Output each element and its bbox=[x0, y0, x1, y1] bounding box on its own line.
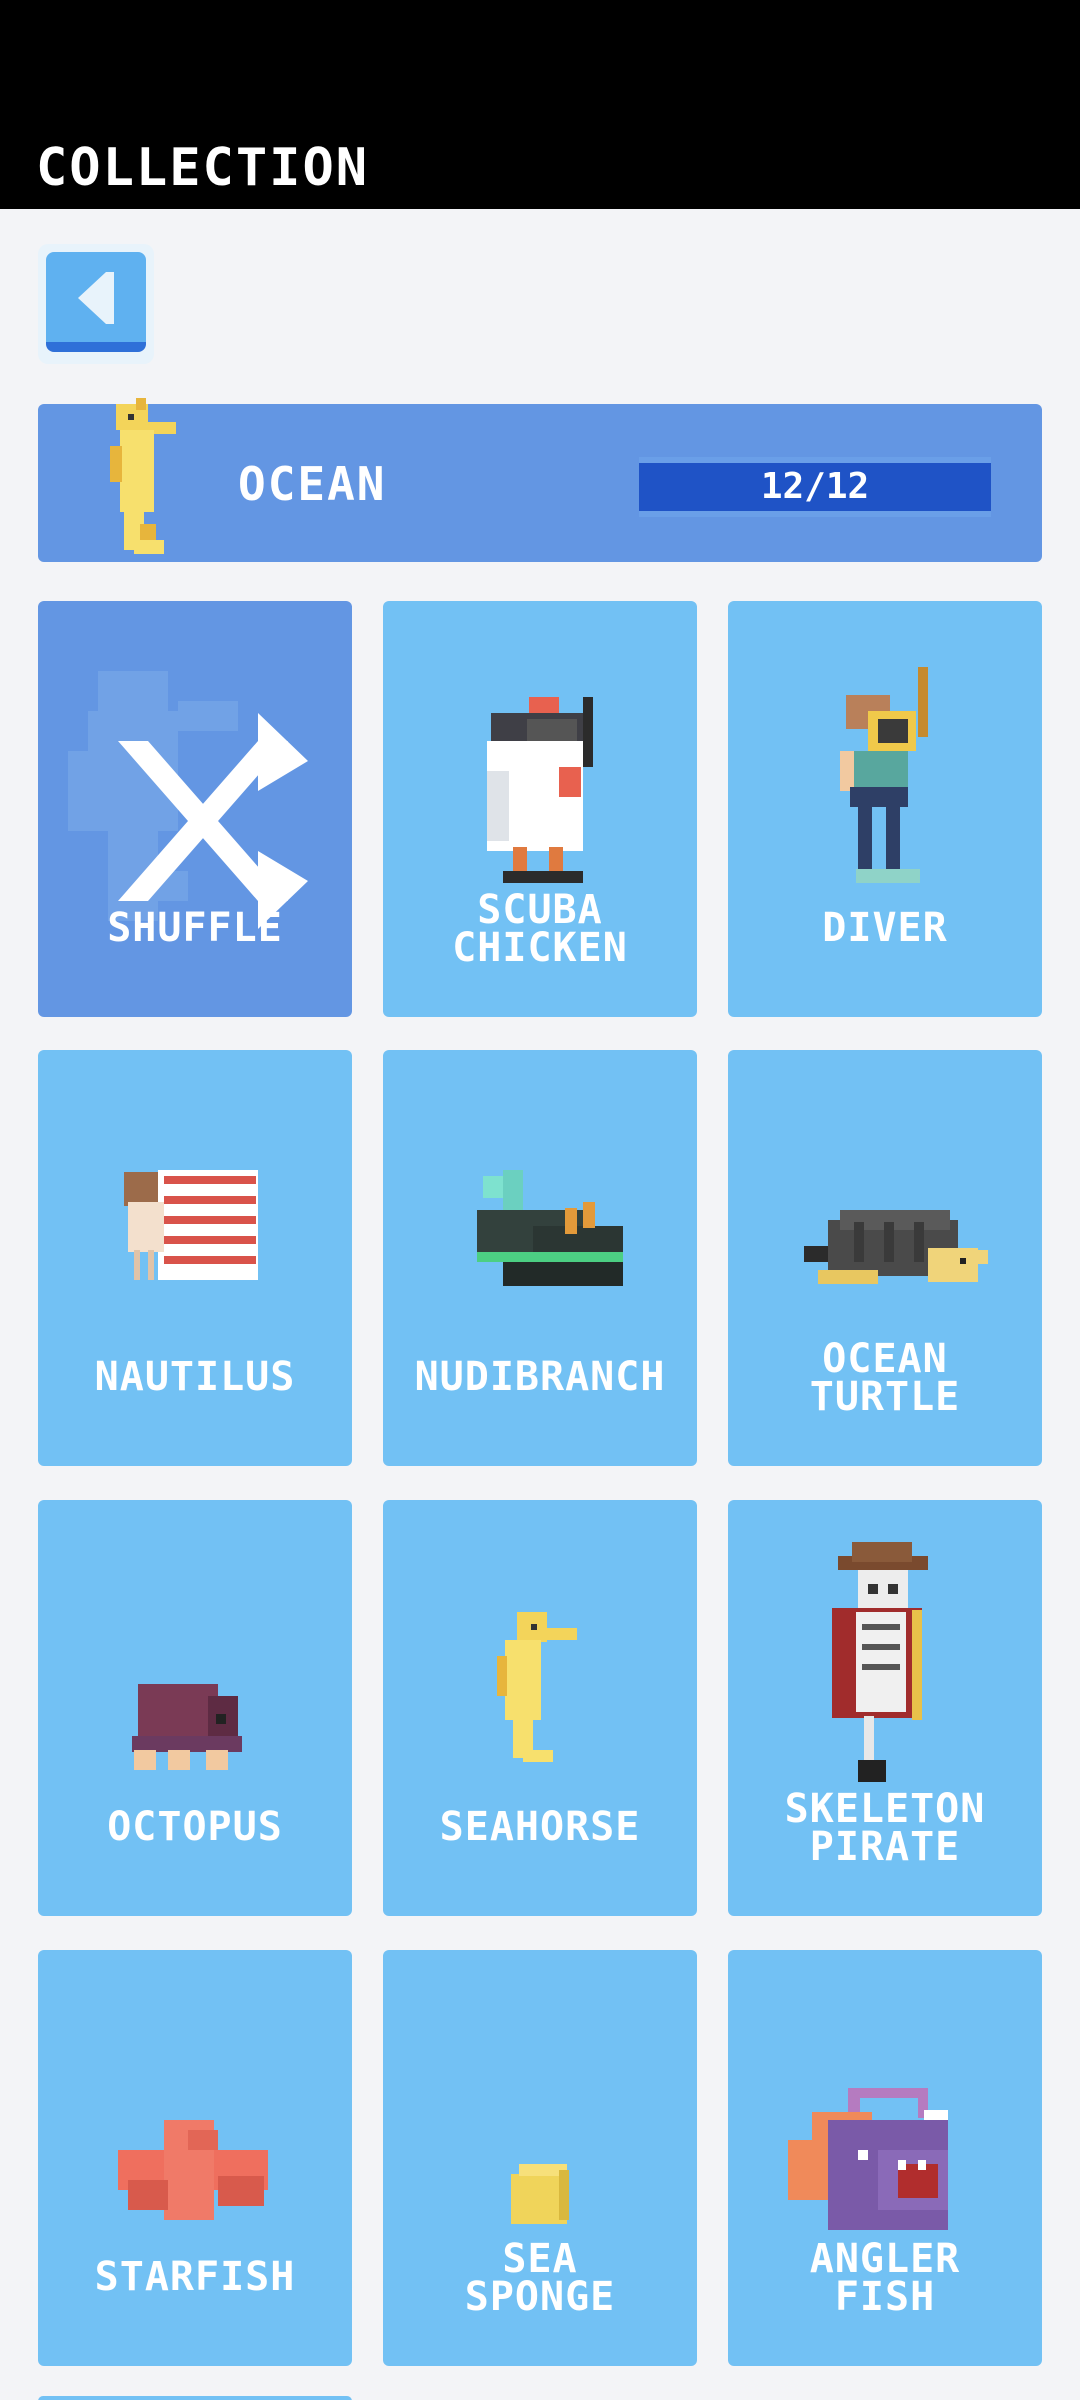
tile-shuffle[interactable]: SHUFFLE bbox=[38, 601, 352, 1017]
category-header: OCEAN 12/12 bbox=[38, 398, 1042, 562]
tile-scuba-chicken[interactable]: SCUBA CHICKEN bbox=[383, 601, 697, 1017]
starfish-icon bbox=[118, 2120, 268, 2220]
tile-skeleton-pirate[interactable]: SKELETON PIRATE bbox=[728, 1500, 1042, 1916]
top-bar: COLLECTION bbox=[0, 0, 1080, 209]
diver-icon bbox=[840, 667, 928, 883]
tile-label: SCUBA CHICKEN bbox=[452, 887, 628, 971]
nautilus-icon bbox=[124, 1170, 258, 1280]
tile-nudibranch[interactable]: NUDIBRANCH bbox=[383, 1050, 697, 1466]
page-title: COLLECTION bbox=[36, 138, 370, 198]
tile-starfish[interactable]: STARFISH bbox=[38, 1950, 352, 2366]
shuffle-icon bbox=[68, 671, 308, 929]
back-button[interactable] bbox=[38, 244, 154, 364]
next-row-tile-edge bbox=[38, 2396, 352, 2400]
nudibranch-icon bbox=[477, 1170, 623, 1286]
tile-seahorse[interactable]: SEAHORSE bbox=[383, 1500, 697, 1916]
tile-label: SHUFFLE bbox=[107, 905, 283, 951]
tile-label: STARFISH bbox=[94, 2254, 296, 2300]
seahorse-icon bbox=[110, 398, 176, 554]
tile-label: OCTOPUS bbox=[107, 1804, 283, 1850]
collection-progress-bar: 12/12 bbox=[639, 457, 991, 517]
tile-label: OCEAN TURTLE bbox=[809, 1336, 961, 1420]
tile-label: SEA SPONGE bbox=[464, 2236, 616, 2320]
octopus-icon bbox=[132, 1684, 242, 1770]
tile-octopus[interactable]: OCTOPUS bbox=[38, 1500, 352, 1916]
tile-label: SKELETON PIRATE bbox=[784, 1786, 986, 1870]
tile-label: DIVER bbox=[822, 905, 948, 951]
tile-label: NUDIBRANCH bbox=[414, 1354, 666, 1400]
tile-ocean-turtle[interactable]: OCEAN TURTLE bbox=[728, 1050, 1042, 1466]
tile-label: SEAHORSE bbox=[439, 1804, 641, 1850]
back-arrow-icon bbox=[78, 272, 114, 324]
tile-label: ANGLER FISH bbox=[809, 2236, 961, 2320]
progress-text: 12/12 bbox=[760, 466, 870, 507]
tile-sea-sponge[interactable]: SEA SPONGE bbox=[383, 1950, 697, 2366]
seahorse-icon bbox=[497, 1612, 577, 1762]
tile-label: NAUTILUS bbox=[94, 1354, 296, 1400]
tile-diver[interactable]: DIVER bbox=[728, 601, 1042, 1017]
tile-nautilus[interactable]: NAUTILUS bbox=[38, 1050, 352, 1466]
category-name: OCEAN bbox=[238, 457, 387, 511]
tile-angler-fish[interactable]: ANGLER FISH bbox=[728, 1950, 1042, 2366]
